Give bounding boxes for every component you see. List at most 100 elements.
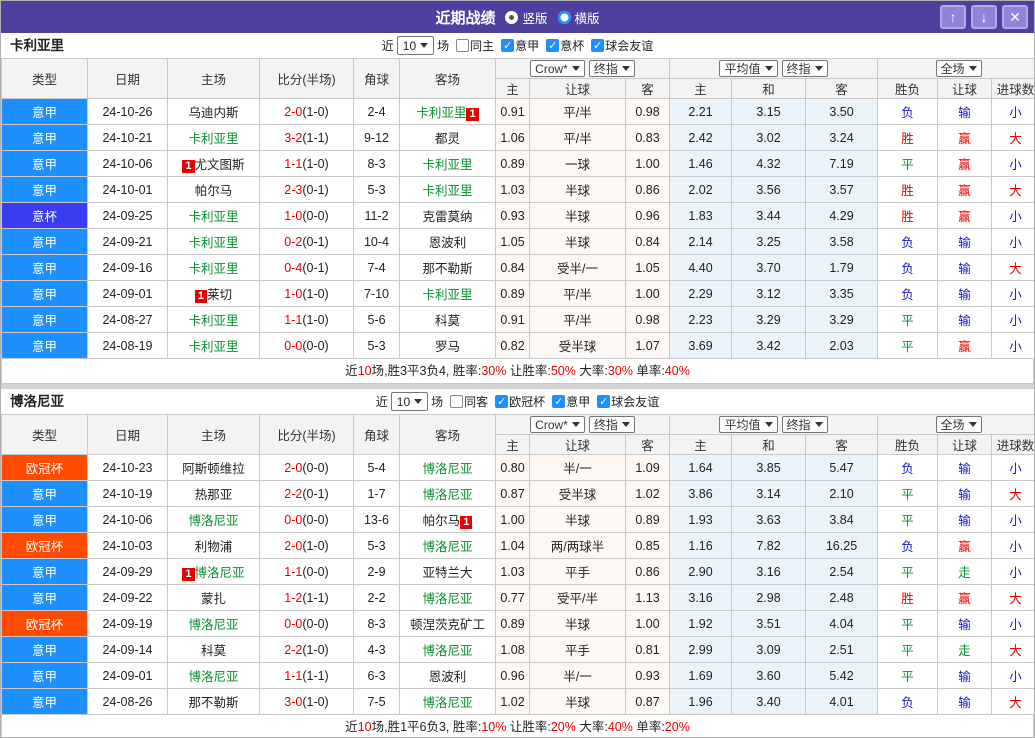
league-checkbox-2[interactable]: ✓ 球会友谊 [591, 37, 653, 54]
goals-result-cell: 小 [991, 610, 1034, 637]
goals-result-cell: 大 [991, 480, 1034, 507]
avg-away-cell: 2.48 [804, 584, 879, 611]
fulltime-score: 2-0 [284, 104, 303, 119]
date-cell: 24-08-27 [87, 306, 168, 333]
crow-odds-group: Crow* 终指 [495, 58, 670, 79]
competition-badge: 意甲 [1, 584, 88, 611]
corner-cell: 9-12 [353, 124, 400, 151]
handicap-result-cell: 走 [937, 558, 993, 585]
league-checkbox-1[interactable]: ✓ 意甲 [552, 393, 590, 410]
outcome-cell: 平 [877, 662, 939, 689]
away-team-cell: 都灵 [399, 124, 496, 151]
avg-draw-cell: 3.16 [731, 558, 806, 585]
home-odds-cell: 1.00 [495, 506, 530, 533]
crow-select[interactable]: Crow* [530, 60, 585, 78]
down-arrow-icon: ↓ [980, 9, 988, 25]
outcome-cell: 平 [877, 610, 939, 637]
home-team-cell: 博洛尼亚 [167, 506, 260, 533]
halftime-score: (1-1) [302, 590, 329, 605]
competition-badge: 意甲 [1, 332, 88, 359]
final-odds-select[interactable]: 终指 [588, 415, 635, 433]
home-team-name: 博洛尼亚 [194, 566, 245, 580]
sub-column-header-8: 进球数 [991, 78, 1034, 99]
away-team-name: 科莫 [434, 314, 460, 328]
table-row: 意甲 24-09-01 博洛尼亚 1-1(1-1) 6-3 恩波利 0.96 半/一 0.93 1… [1, 662, 1034, 689]
layout-horizontal-radio[interactable]: 横版 [557, 8, 600, 27]
full-match-group: 全场 [877, 414, 1034, 435]
summary-segment: 40% [607, 720, 633, 734]
halftime-score: (1-0) [302, 286, 329, 301]
date-cell: 24-10-21 [87, 124, 168, 151]
away-odds-cell: 1.07 [625, 332, 670, 359]
home-team-cell: 1 尤文图斯 [167, 150, 260, 177]
avg-away-cell: 4.04 [804, 610, 879, 637]
final-odds-select-2[interactable]: 终指 [781, 60, 828, 77]
average-select[interactable]: 平均值 [719, 60, 778, 77]
final-odds-select[interactable]: 终指 [588, 59, 635, 77]
away-odds-cell: 0.86 [625, 558, 670, 585]
sub-column-header-1: 让球 [529, 434, 626, 455]
avg-away-cell: 2.51 [804, 636, 879, 663]
league-checkbox-0-label: 意甲 [515, 39, 540, 53]
match-count-select[interactable]: 10 [396, 36, 435, 55]
column-header-1: 日期 [87, 414, 168, 455]
corner-cell: 8-3 [353, 150, 400, 177]
outcome-cell: 平 [877, 636, 939, 663]
handicap-result-cell: 输 [937, 662, 993, 689]
summary-segment: 30% [481, 364, 507, 378]
scroll-down-button[interactable]: ↓ [971, 5, 997, 29]
halftime-score: (0-1) [302, 486, 329, 501]
checked-checkbox-icon: ✓ [552, 395, 566, 408]
league-checkbox-0[interactable]: ✓ 意甲 [501, 37, 539, 54]
home-odds-cell: 0.91 [495, 306, 530, 333]
layout-vertical-radio[interactable]: 竖版 [505, 8, 548, 27]
summary-segment: 单率: [632, 364, 665, 378]
full-match-select[interactable]: 全场 [935, 416, 982, 433]
league-checkbox-1[interactable]: ✓ 意杯 [546, 37, 584, 54]
competition-badge: 意甲 [1, 176, 88, 203]
table-row: 意甲 24-08-27 卡利亚里 1-1(1-0) 5-6 科莫 0.91 平/半 0.98 2.… [1, 306, 1034, 333]
same-venue-checkbox[interactable]: 同客 [450, 393, 488, 410]
match-count-select-value: 10 [396, 394, 411, 409]
halftime-score: (0-0) [302, 208, 329, 223]
away-team-name: 卡利亚里 [416, 106, 467, 120]
fulltime-score: 3-0 [284, 694, 303, 709]
final-odds-select-2[interactable]: 终指 [781, 416, 828, 433]
home-odds-cell: 1.03 [495, 558, 530, 585]
home-team-cell: 利物浦 [167, 532, 260, 559]
same-venue-checkbox[interactable]: 同主 [456, 37, 494, 54]
handicap-result-cell: 输 [937, 98, 993, 125]
average-select[interactable]: 平均值 [719, 416, 778, 433]
full-match-select[interactable]: 全场 [935, 60, 982, 77]
scroll-up-button[interactable]: ↑ [940, 5, 966, 29]
avg-home-cell: 2.02 [669, 176, 732, 203]
handicap-cell: 受半球 [529, 332, 626, 359]
home-team-cell: 那不勒斯 [167, 688, 260, 715]
table-row: 意甲 24-09-01 1 莱切 1-0(1-0) 7-10 卡利亚里 0.89 平/半 1.00… [1, 280, 1034, 307]
chevron-down-icon [571, 422, 580, 431]
away-team-cell: 帕尔马 1 [399, 506, 496, 533]
league-checkbox-1-label: 意甲 [566, 395, 591, 409]
fulltime-score: 1-1 [284, 668, 303, 683]
crow-select[interactable]: Crow* [530, 416, 585, 434]
sub-column-header-6: 胜负 [877, 434, 939, 455]
home-team-cell: 阿斯顿维拉 [167, 454, 260, 481]
competition-badge: 意甲 [1, 662, 88, 689]
handicap-cell: 平手 [529, 636, 626, 663]
away-team-cell: 博洛尼亚 [399, 636, 496, 663]
league-checkbox-2[interactable]: ✓ 球会友谊 [597, 393, 659, 410]
close-button[interactable]: ✕ [1002, 5, 1028, 29]
league-checkbox-0[interactable]: ✓ 欧冠杯 [495, 393, 545, 410]
outcome-cell: 胜 [877, 124, 939, 151]
score-cell: 2-2(1-0) [259, 636, 354, 663]
table-row: 意甲 24-08-19 卡利亚里 0-0(0-0) 5-3 罗马 0.82 受半球 1.07 3.… [1, 332, 1034, 359]
sub-column-header-5: 客 [804, 78, 879, 99]
date-cell: 24-09-01 [87, 280, 168, 307]
match-count-select[interactable]: 10 [390, 392, 429, 411]
matches-label: 场 [437, 39, 450, 53]
home-team-name: 博洛尼亚 [188, 514, 239, 528]
column-header-3: 比分(半场) [259, 58, 354, 99]
corner-cell: 7-5 [353, 688, 400, 715]
table-row: 意甲 24-09-14 科莫 2-2(1-0) 4-3 博洛尼亚 1.08 平手 0.81 2.9… [1, 636, 1034, 663]
home-team-name: 博洛尼亚 [188, 618, 239, 632]
